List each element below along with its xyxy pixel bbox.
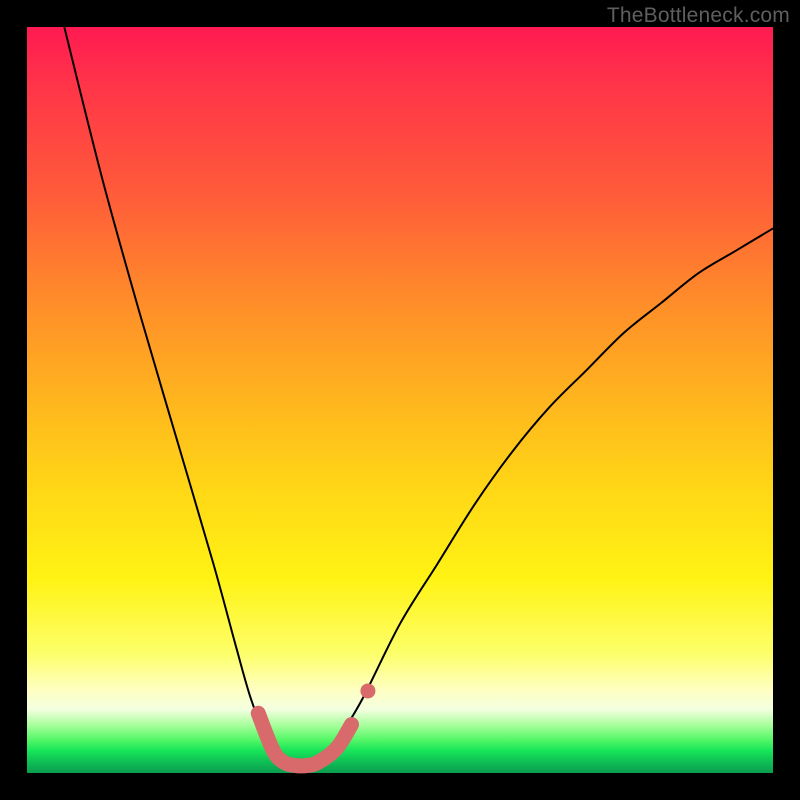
watermark-text: TheBottleneck.com [607, 4, 790, 28]
bottleneck-curve [64, 27, 773, 766]
chart-frame: TheBottleneck.com [0, 0, 800, 800]
optimal-range-highlight [258, 683, 375, 765]
chart-svg [27, 27, 773, 773]
